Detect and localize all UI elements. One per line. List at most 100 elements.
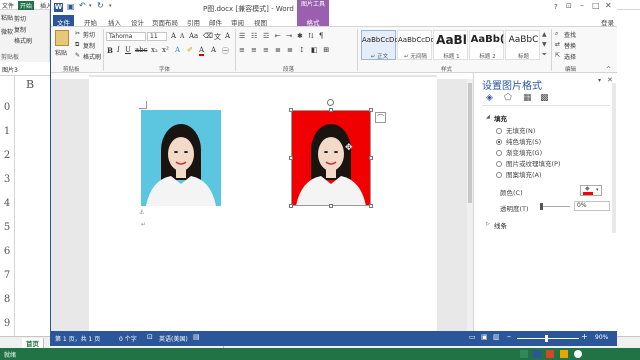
- excel-name-box[interactable]: 图片3: [2, 65, 18, 74]
- phonetic-icon[interactable]: 文: [214, 32, 221, 42]
- styles-scroll-down-icon[interactable]: ▼: [542, 41, 547, 48]
- grow-font-icon[interactable]: A: [171, 32, 176, 40]
- fill-option-radio[interactable]: 纯色填充(S): [496, 136, 541, 146]
- superscript-icon[interactable]: x²: [162, 46, 169, 54]
- replace-icon[interactable]: ⇄: [555, 41, 560, 48]
- zoom-out-icon[interactable]: –: [507, 332, 511, 341]
- layout-properties-tab-icon[interactable]: ▦: [523, 93, 532, 103]
- pane-scrollbar[interactable]: [612, 83, 616, 233]
- format-painter-button[interactable]: 格式刷: [83, 52, 101, 61]
- language-status[interactable]: 英语(美国): [159, 334, 188, 343]
- row-number[interactable]: 5: [0, 222, 14, 233]
- style-heading-1[interactable]: AaBl 标题 1: [433, 30, 468, 60]
- redo-icon[interactable]: ↻: [97, 1, 104, 10]
- align-right-icon[interactable]: ≡: [263, 46, 269, 54]
- row-number[interactable]: 2: [0, 150, 14, 161]
- fill-option-radio[interactable]: 无填充(N): [496, 125, 535, 135]
- undo-dropdown-icon[interactable]: ▾: [89, 3, 92, 9]
- select-icon[interactable]: ⇱: [555, 52, 560, 59]
- copy-button[interactable]: 复制: [83, 41, 95, 50]
- undo-icon[interactable]: ↶: [79, 1, 86, 10]
- excel-paste-button[interactable]: 粘贴: [1, 13, 13, 22]
- sort-icon[interactable]: ⇅: [308, 32, 314, 40]
- tab-picture-format[interactable]: 格式: [297, 15, 329, 27]
- strikethrough-icon[interactable]: abc: [135, 46, 148, 54]
- qat-customize-icon[interactable]: ▾: [109, 3, 112, 9]
- zoom-in-icon[interactable]: +: [581, 332, 588, 341]
- taskbar-folder-icon[interactable]: [560, 350, 568, 358]
- word-count-status[interactable]: 0 个字: [119, 334, 137, 343]
- tab-file[interactable]: 文件: [53, 15, 74, 27]
- layout-options-icon[interactable]: ⌒: [375, 112, 386, 123]
- resize-handle[interactable]: [289, 204, 293, 208]
- help-icon[interactable]: ?: [554, 3, 558, 11]
- row-number[interactable]: 4: [0, 198, 14, 209]
- fill-section-header[interactable]: 填充: [494, 113, 507, 123]
- style-normal[interactable]: AaBbCcDc ↵ 正文: [361, 30, 397, 60]
- taskbar-ppt-icon[interactable]: [546, 350, 554, 358]
- char-border-icon[interactable]: A: [225, 32, 230, 40]
- row-number[interactable]: 1: [0, 126, 14, 137]
- ribbon-display-options-icon[interactable]: ⊡: [566, 2, 572, 10]
- excel-grid[interactable]: B 0 1 2 3 4 5 6 7 8 9: [0, 76, 50, 336]
- font-name-box[interactable]: Tahoma: [106, 32, 146, 41]
- fill-collapse-icon[interactable]: ◢: [486, 114, 490, 120]
- resize-handle[interactable]: [369, 204, 373, 208]
- line-expand-icon[interactable]: ▷: [486, 221, 490, 227]
- char-shading-icon[interactable]: A: [211, 46, 216, 54]
- distribute-icon[interactable]: ≣: [287, 46, 293, 54]
- row-number[interactable]: 6: [0, 246, 14, 257]
- resize-handle[interactable]: [289, 156, 293, 160]
- bullets-icon[interactable]: ☰: [239, 32, 245, 40]
- fill-option-radio[interactable]: 图案填充(A): [496, 169, 542, 179]
- row-number[interactable]: 9: [0, 318, 14, 329]
- line-section-header[interactable]: 线条: [494, 220, 507, 230]
- multilevel-list-icon[interactable]: ☲: [263, 32, 269, 40]
- page-count-status[interactable]: 第 1 页，共 1 页: [55, 334, 100, 343]
- taskbar-app-icon[interactable]: [574, 350, 582, 358]
- change-case-icon[interactable]: Aa: [189, 32, 198, 40]
- decrease-indent-icon[interactable]: ⇤: [275, 32, 281, 40]
- row-number[interactable]: 3: [0, 174, 14, 185]
- select-button[interactable]: 选择: [564, 52, 576, 61]
- document-area[interactable]: ⌒ ✥ ⚓ ↵: [51, 79, 473, 331]
- cut-button[interactable]: 剪切: [83, 30, 95, 39]
- italic-icon[interactable]: I: [117, 46, 120, 54]
- copy-icon[interactable]: ⧉: [75, 41, 79, 49]
- row-number[interactable]: 0: [0, 102, 14, 113]
- excel-format-painter-button[interactable]: 格式刷: [14, 36, 32, 45]
- resize-handle[interactable]: [289, 108, 293, 112]
- increase-indent-icon[interactable]: ⇥: [286, 32, 292, 40]
- justify-icon[interactable]: ≣: [275, 46, 281, 54]
- macro-record-icon[interactable]: ▤: [193, 333, 200, 341]
- align-center-icon[interactable]: ≡: [251, 46, 257, 54]
- fill-option-radio[interactable]: 渐变填充(G): [496, 147, 542, 157]
- zoom-slider-thumb[interactable]: [545, 335, 548, 342]
- sheet-tab[interactable]: 首页: [22, 338, 44, 348]
- enclose-char-icon[interactable]: ㊀: [222, 46, 229, 56]
- transparency-slider-thumb[interactable]: [540, 203, 543, 210]
- chinese-layout-icon[interactable]: ✱: [297, 32, 303, 40]
- proofing-icon[interactable]: ⊡: [147, 333, 153, 341]
- excel-copy-button[interactable]: 复制: [14, 25, 26, 34]
- style-title[interactable]: AaBbC 标题: [505, 30, 540, 60]
- bold-icon[interactable]: B: [107, 46, 113, 55]
- format-painter-icon[interactable]: ✎: [75, 52, 80, 59]
- highlight-icon[interactable]: ✐: [187, 46, 193, 54]
- find-icon[interactable]: ⌕: [555, 30, 558, 38]
- read-mode-icon[interactable]: ▭: [469, 333, 476, 341]
- row-number[interactable]: 8: [0, 294, 14, 305]
- styles-scroll-up-icon[interactable]: ▲: [542, 31, 547, 38]
- resize-handle[interactable]: [329, 108, 333, 112]
- effects-tab-icon[interactable]: ⬠: [504, 93, 512, 103]
- maximize-icon[interactable]: □: [592, 1, 600, 10]
- font-color-icon[interactable]: A: [199, 46, 205, 56]
- zoom-slider[interactable]: [517, 338, 579, 339]
- resize-handle[interactable]: [369, 156, 373, 160]
- find-button[interactable]: 查找: [564, 30, 576, 39]
- picture-tab-icon[interactable]: ▩: [540, 93, 549, 103]
- collapse-ribbon-icon[interactable]: ^: [606, 66, 611, 73]
- fill-option-radio[interactable]: 图片或纹理填充(P): [496, 158, 561, 168]
- paste-icon[interactable]: [55, 30, 69, 46]
- fill-color-picker[interactable]: ◆ ▾: [580, 185, 602, 196]
